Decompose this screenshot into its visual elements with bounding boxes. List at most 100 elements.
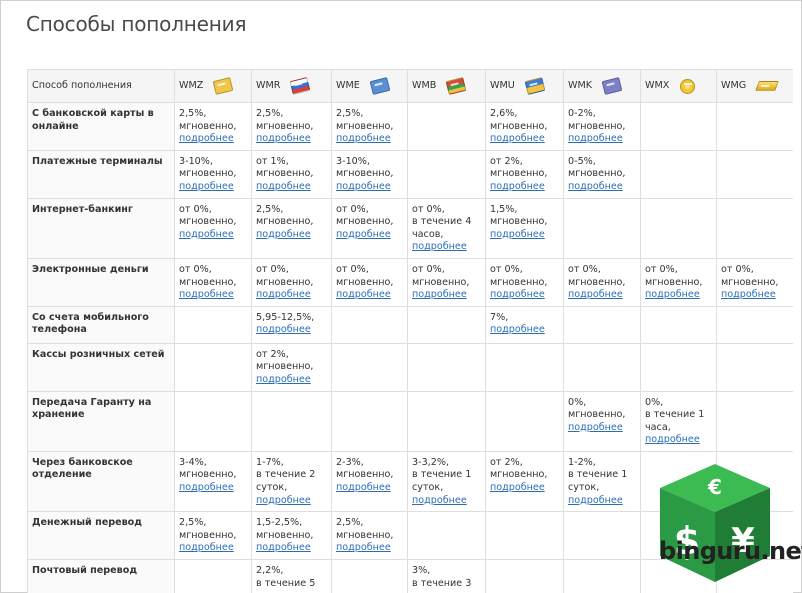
rate-text: в течение 2 [256, 469, 316, 481]
details-link[interactable]: подробнее [256, 324, 327, 337]
rate-cell: 2,2%, в течение 5 [251, 559, 332, 593]
rate-text: от 0%, [412, 203, 445, 215]
euro-symbol: € [707, 475, 722, 499]
details-link[interactable]: подробнее [256, 542, 327, 555]
wallet-icon [369, 77, 391, 95]
details-link[interactable]: подробнее [179, 229, 247, 242]
rate-text: мгновенно, [336, 120, 394, 132]
wallet-icon [601, 77, 623, 95]
rate-cell [640, 342, 717, 392]
rate-text: мгновенно, [721, 276, 779, 288]
details-link[interactable]: подробнее [490, 289, 559, 302]
rate-cell: от 0%, мгновенно, подробнее [174, 197, 252, 259]
details-link[interactable]: подробнее [490, 181, 559, 194]
rate-text: 1,5%, [490, 203, 518, 215]
details-link[interactable]: подробнее [256, 495, 327, 508]
rate-text: от 2%, [256, 348, 289, 360]
details-link[interactable]: подробнее [256, 289, 327, 302]
rate-text: мгновенно, [412, 276, 470, 288]
details-link[interactable]: подробнее [179, 133, 247, 146]
rate-cell [331, 305, 408, 344]
rate-cell: от 2%, мгновенно, подробнее [485, 450, 564, 513]
method-label: Денежный перевод [27, 511, 175, 561]
details-link[interactable]: подробнее [179, 482, 247, 495]
rate-cell [174, 342, 252, 392]
rate-cell: 0-5%, мгновенно, подробнее [563, 149, 641, 199]
rate-text: от 0%, [336, 263, 369, 275]
rate-text: от 2%, [490, 155, 523, 167]
details-link[interactable]: подробнее [490, 324, 559, 337]
details-link[interactable]: подробнее [179, 181, 247, 194]
rate-cell [563, 197, 641, 259]
rate-text: от 0%, [490, 263, 523, 275]
details-link[interactable]: подробнее [336, 542, 403, 555]
details-link[interactable]: подробнее [256, 181, 327, 194]
details-link[interactable]: подробнее [490, 133, 559, 146]
rate-text: часов, [412, 228, 444, 240]
rate-cell: от 0%, мгновенно, подробнее [331, 197, 408, 259]
rate-text: 2,5%, [336, 517, 364, 529]
currency-code: WMR [256, 79, 281, 91]
rate-cell: 2,5%, мгновенно, подробнее [331, 102, 408, 151]
rate-text: в течение 1 [568, 469, 628, 481]
method-label: Платежные терминалы [27, 149, 175, 199]
rate-text: мгновенно, [568, 409, 626, 421]
rate-cell [716, 305, 793, 344]
rate-cell [716, 149, 793, 199]
details-link[interactable]: подробнее [645, 434, 712, 447]
rate-text: мгновенно, [568, 168, 626, 180]
details-link[interactable]: подробнее [490, 482, 559, 495]
rate-text: от 2%, [490, 456, 523, 468]
rate-text: 2,5%, [256, 203, 284, 215]
rate-text: от 0%, [179, 263, 212, 275]
rate-text: 3%, [412, 565, 431, 577]
rate-cell [640, 149, 717, 199]
details-link[interactable]: подробнее [645, 289, 712, 302]
rate-text: 3-10%, [179, 155, 213, 167]
details-link[interactable]: подробнее [336, 482, 403, 495]
method-label: Почтовый перевод [27, 559, 175, 593]
details-link[interactable]: подробнее [256, 133, 327, 146]
details-link[interactable]: подробнее [336, 133, 403, 146]
rate-text: от 0%, [412, 263, 445, 275]
details-link[interactable]: подробнее [336, 229, 403, 242]
rate-cell: 1-7%, в течение 2 суток, подробнее [251, 450, 332, 513]
rate-text: мгновенно, [256, 276, 314, 288]
details-link[interactable]: подробнее [412, 289, 481, 302]
rate-text: от 0%, [645, 263, 678, 275]
details-link[interactable]: подробнее [412, 495, 481, 508]
rate-text: мгновенно, [256, 529, 314, 541]
table-row: Интернет-банкинг от 0%, мгновенно, подробне… [27, 197, 793, 259]
rate-text: мгновенно, [568, 120, 626, 132]
table-row: Кассы розничных сетей от 2%, мгновенно, под… [27, 342, 793, 392]
rate-cell: 2-3%, мгновенно, подробнее [331, 450, 408, 513]
details-link[interactable]: подробнее [179, 289, 247, 302]
details-link[interactable]: подробнее [256, 229, 327, 242]
details-link[interactable]: подробнее [568, 422, 636, 435]
rate-text: от 0%, [568, 263, 601, 275]
rate-text: 3-4%, [179, 456, 207, 468]
details-link[interactable]: подробнее [256, 374, 327, 387]
rate-cell [716, 390, 793, 452]
details-link[interactable]: подробнее [336, 289, 403, 302]
currency-code: WMX [645, 79, 670, 91]
details-link[interactable]: подробнее [568, 133, 636, 146]
details-link[interactable]: подробнее [568, 289, 636, 302]
rate-text: от 0%, [336, 203, 369, 215]
method-label: Через банковское отделение [27, 450, 175, 513]
rate-cell [331, 390, 408, 452]
rate-text: 0%, [568, 396, 587, 408]
details-link[interactable]: подробнее [568, 495, 636, 508]
rate-cell: 2,5%, мгновенно, подробнее [174, 102, 252, 151]
details-link[interactable]: подробнее [568, 181, 636, 194]
details-link[interactable]: подробнее [412, 241, 481, 254]
rate-cell: от 0%, мгновенно, подробнее [640, 257, 717, 307]
details-link[interactable]: подробнее [721, 289, 789, 302]
table-row: Со счета мобильного телефона 5,95-12,5%, п… [27, 305, 793, 344]
details-link[interactable]: подробнее [336, 181, 403, 194]
currency-column-header: WMG [716, 69, 793, 103]
details-link[interactable]: подробнее [490, 229, 559, 242]
rate-cell: от 0%, мгновенно, подробнее [485, 257, 564, 307]
details-link[interactable]: подробнее [179, 542, 247, 555]
page-title: Способы пополнения [26, 12, 247, 36]
